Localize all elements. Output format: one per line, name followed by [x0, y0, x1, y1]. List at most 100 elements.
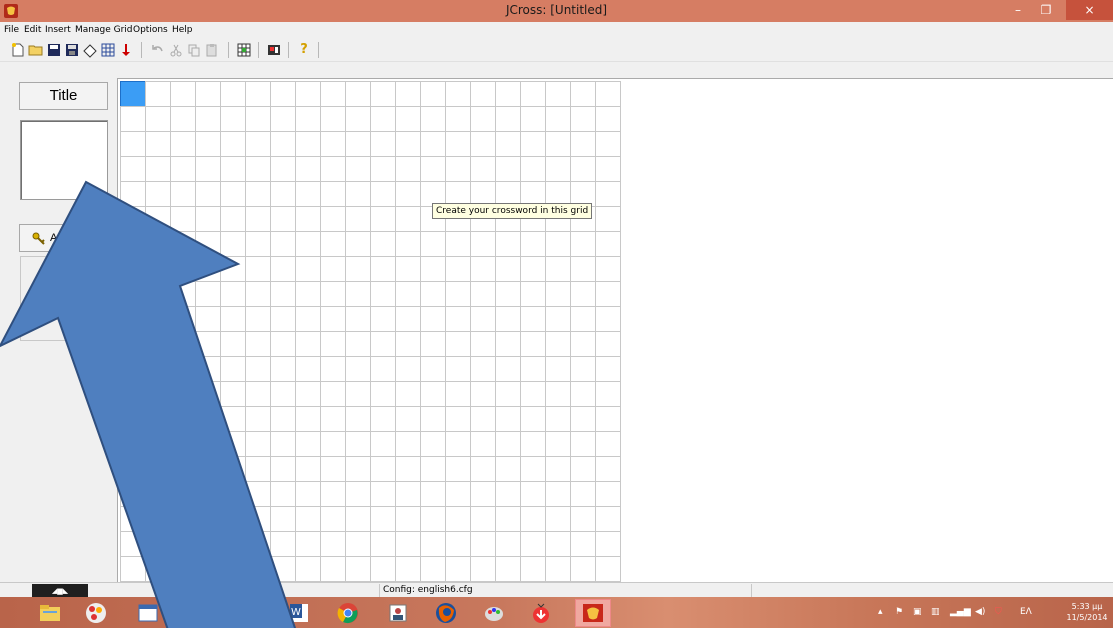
- grid-cell[interactable]: [420, 556, 446, 582]
- grid-cell[interactable]: [245, 431, 271, 457]
- grid-cell[interactable]: [595, 456, 621, 482]
- grid-cell[interactable]: [120, 356, 146, 382]
- grid-cell[interactable]: [570, 531, 596, 557]
- grid-cell[interactable]: [570, 506, 596, 532]
- grid-cell[interactable]: [420, 531, 446, 557]
- grid-cell[interactable]: [395, 256, 421, 282]
- grid-cell[interactable]: [270, 206, 296, 232]
- grid-cell[interactable]: [345, 331, 371, 357]
- grid-cell[interactable]: [120, 156, 146, 182]
- grid-cell[interactable]: [195, 231, 221, 257]
- grid-cell[interactable]: [370, 181, 396, 207]
- title-button[interactable]: Title: [19, 82, 108, 110]
- grid-cell[interactable]: [595, 556, 621, 582]
- grid-cell[interactable]: [170, 256, 196, 282]
- grid-cell[interactable]: [320, 106, 346, 132]
- grid-cell[interactable]: [345, 206, 371, 232]
- grid-cell[interactable]: [445, 81, 471, 107]
- grid-cell[interactable]: [170, 331, 196, 357]
- grid-cell[interactable]: [570, 131, 596, 157]
- minimize-button[interactable]: –: [1004, 0, 1032, 20]
- window-icon[interactable]: [130, 599, 166, 627]
- grid-cell[interactable]: [470, 506, 496, 532]
- grid-cell[interactable]: [520, 131, 546, 157]
- grid-cell[interactable]: [195, 131, 221, 157]
- grid-cell[interactable]: [545, 406, 571, 432]
- grid-cell[interactable]: [345, 256, 371, 282]
- grid-cell[interactable]: [170, 81, 196, 107]
- grid-cell[interactable]: [495, 156, 521, 182]
- grid-cell[interactable]: [395, 531, 421, 557]
- grid-cell[interactable]: [495, 481, 521, 507]
- grid-cell[interactable]: [320, 206, 346, 232]
- grid-cell[interactable]: [595, 431, 621, 457]
- grid-cell[interactable]: [245, 206, 271, 232]
- grid-cell[interactable]: [470, 456, 496, 482]
- grid-cell[interactable]: [295, 406, 321, 432]
- grid-cell[interactable]: [570, 106, 596, 132]
- add-clue-button[interactable]: Add clue: [19, 224, 108, 252]
- grid-cell[interactable]: [570, 231, 596, 257]
- grid-cell[interactable]: [270, 556, 296, 582]
- grid-cell[interactable]: [270, 381, 296, 407]
- grid-cell[interactable]: [195, 381, 221, 407]
- grid-cell[interactable]: [195, 356, 221, 382]
- grid-cell[interactable]: [320, 181, 346, 207]
- grid-cell[interactable]: [420, 431, 446, 457]
- grid-cell[interactable]: [345, 231, 371, 257]
- grid-cell[interactable]: [220, 506, 246, 532]
- grid-cell[interactable]: [370, 131, 396, 157]
- grid-cell[interactable]: [220, 381, 246, 407]
- grid-cell[interactable]: [495, 431, 521, 457]
- grid-cell[interactable]: [395, 356, 421, 382]
- grid-cell[interactable]: [345, 531, 371, 557]
- grid-cell[interactable]: [245, 381, 271, 407]
- grid-cell[interactable]: [295, 156, 321, 182]
- grid-cell[interactable]: [145, 106, 171, 132]
- grid-cell[interactable]: [245, 181, 271, 207]
- grid-cell[interactable]: [570, 456, 596, 482]
- grid-cell[interactable]: [245, 456, 271, 482]
- grid-cell[interactable]: [545, 481, 571, 507]
- grid-cell[interactable]: [395, 181, 421, 207]
- grid-cell[interactable]: [195, 556, 221, 582]
- grid-cell[interactable]: [320, 306, 346, 332]
- grid-cell[interactable]: [120, 506, 146, 532]
- grid-cell[interactable]: [595, 181, 621, 207]
- grid-cell[interactable]: [420, 281, 446, 307]
- grid-cell[interactable]: [345, 506, 371, 532]
- crossword-grid[interactable]: [120, 81, 626, 587]
- grid-cell[interactable]: [495, 356, 521, 382]
- grid-cell-selected[interactable]: [120, 81, 146, 107]
- grid-cell[interactable]: [520, 431, 546, 457]
- grid-cell[interactable]: [195, 531, 221, 557]
- grid-cell[interactable]: [520, 81, 546, 107]
- grid-cell[interactable]: [345, 556, 371, 582]
- grid-cell[interactable]: [420, 406, 446, 432]
- grid-cell[interactable]: [220, 231, 246, 257]
- grid-cell[interactable]: [320, 331, 346, 357]
- grid-cell[interactable]: [520, 156, 546, 182]
- grid-cell[interactable]: [395, 381, 421, 407]
- grid-cell[interactable]: [145, 431, 171, 457]
- grid-cell[interactable]: [545, 231, 571, 257]
- grid-cell[interactable]: [145, 256, 171, 282]
- grid-cell[interactable]: [595, 531, 621, 557]
- grid-cell[interactable]: [420, 231, 446, 257]
- grid-cell[interactable]: [370, 206, 396, 232]
- word-icon[interactable]: W: [281, 599, 317, 627]
- grid-cell[interactable]: [120, 106, 146, 132]
- grid-cell[interactable]: [470, 381, 496, 407]
- grid-cell[interactable]: [570, 156, 596, 182]
- grid-cell[interactable]: [145, 456, 171, 482]
- grid-cell[interactable]: [345, 381, 371, 407]
- grid-cell[interactable]: [270, 531, 296, 557]
- grid-cell[interactable]: [470, 356, 496, 382]
- grid-cell[interactable]: [445, 306, 471, 332]
- grid-cell[interactable]: [120, 181, 146, 207]
- grid-cell[interactable]: [520, 506, 546, 532]
- grid-cell[interactable]: [420, 456, 446, 482]
- grid-cell[interactable]: [295, 81, 321, 107]
- grid-cell[interactable]: [445, 331, 471, 357]
- grid-cell[interactable]: [145, 356, 171, 382]
